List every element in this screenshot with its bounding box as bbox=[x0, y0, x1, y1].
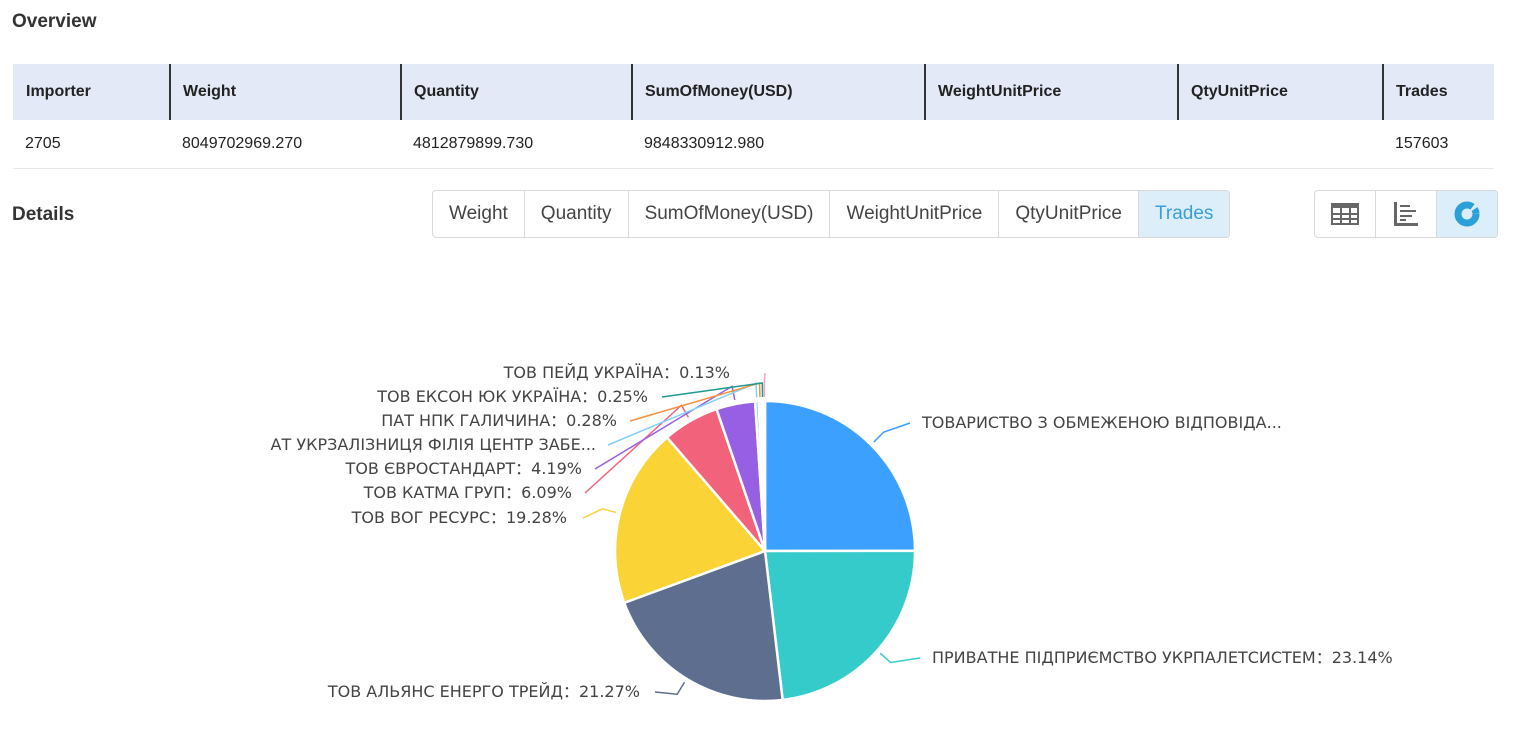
pie-slice[interactable] bbox=[763, 549, 917, 702]
slice-label: ТОВ ЕКСОН ЮК УКРАЇНА：0.25% bbox=[376, 387, 648, 406]
slice-label: ПАТ НПК ГАЛИЧИНА：0.28% bbox=[381, 411, 617, 430]
slice-label: ТОВАРИСТВО З ОБМЕЖЕНОЮ ВІДПОВІДА... bbox=[921, 413, 1282, 432]
slice-label: ТОВ ВОГ РЕСУРС：19.28% bbox=[351, 508, 567, 527]
slice-label: ТОВ ЄВРОСТАНДАРТ：4.19% bbox=[345, 459, 582, 478]
label-leader-line bbox=[661, 382, 764, 398]
slice-label: АТ УКРЗАЛІЗНИЦЯ ФІЛІЯ ЦЕНТР ЗАБЕ... bbox=[271, 435, 596, 454]
slice-label: ТОВ ПЕЙД УКРАЇНА：0.13% bbox=[503, 363, 730, 382]
label-leader-line bbox=[654, 681, 686, 696]
slice-label: ПРИВАТНЕ ПІДПРИЄМСТВО УКРПАЛЕТСИСТЕМ：23.… bbox=[932, 648, 1393, 667]
slice-label: ТОВ АЛЬЯНС ЕНЕРГО ТРЕЙД：21.27% bbox=[327, 682, 640, 701]
pie-slice[interactable] bbox=[763, 399, 917, 553]
label-leader-line bbox=[873, 422, 911, 443]
label-leader-line bbox=[763, 372, 766, 398]
pie-chart: ТОВАРИСТВО З ОБМЕЖЕНОЮ ВІДПОВІДА... ПРИВА… bbox=[271, 363, 1393, 703]
label-leader-line bbox=[582, 508, 617, 519]
label-leader-line bbox=[879, 652, 921, 664]
slice-label: ТОВ КАТМА ГРУП：6.09% bbox=[363, 483, 572, 502]
pie-slice[interactable] bbox=[762, 399, 767, 552]
